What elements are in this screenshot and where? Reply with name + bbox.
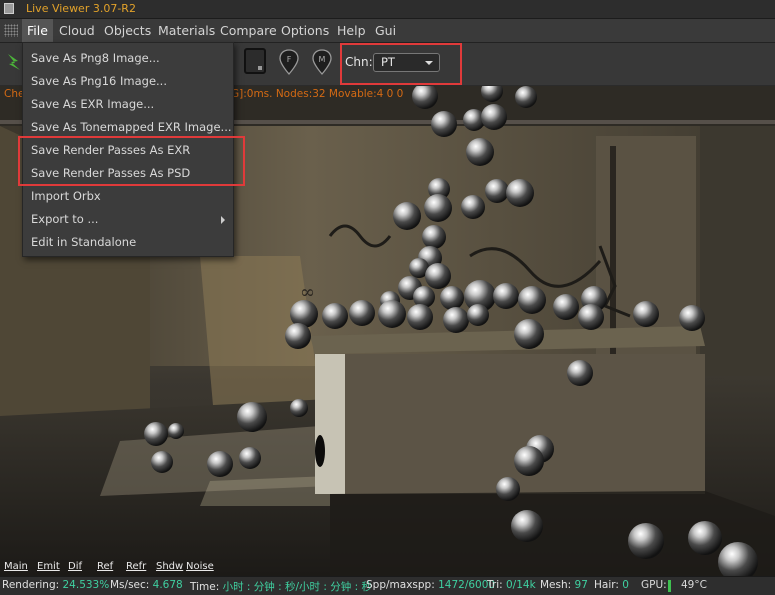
pin-m-icon[interactable]: M bbox=[312, 49, 332, 75]
pass-tab-shdw[interactable]: Shdw bbox=[156, 561, 183, 572]
status-tri-label: Tri: bbox=[487, 579, 503, 591]
pin-f-icon[interactable]: F bbox=[279, 49, 299, 75]
menu-objects[interactable]: Objects bbox=[99, 19, 156, 42]
status-mesh-label: Mesh: bbox=[540, 579, 572, 591]
gpu-temp-bar bbox=[668, 580, 671, 592]
status-gpu-label: GPU: bbox=[641, 579, 667, 591]
menu-item-export-to[interactable]: Export to ... bbox=[23, 208, 233, 230]
status-hair-label: Hair: bbox=[594, 579, 619, 591]
highlight-box-render-passes bbox=[18, 136, 245, 186]
status-hair-value: 0 bbox=[622, 579, 629, 591]
menu-item-save-exr[interactable]: Save As EXR Image... bbox=[23, 93, 233, 115]
pin-f-label: F bbox=[287, 55, 292, 64]
status-mesh: Mesh: 97 bbox=[540, 579, 588, 591]
menu-item-edit-standalone[interactable]: Edit in Standalone bbox=[23, 231, 233, 253]
pass-tab-dif[interactable]: Dif bbox=[68, 561, 82, 572]
menu-file[interactable]: File bbox=[22, 19, 53, 42]
status-spp-label: Spp/maxspp: bbox=[366, 579, 435, 591]
menu-item-save-png16[interactable]: Save As Png16 Image... bbox=[23, 70, 233, 92]
menu-item-import-orbx[interactable]: Import Orbx bbox=[23, 185, 233, 207]
pass-tab-refr[interactable]: Refr bbox=[126, 561, 146, 572]
window-title: Live Viewer 3.07-R2 bbox=[26, 2, 136, 15]
menu-gui[interactable]: Gui bbox=[370, 19, 401, 42]
menu-item-save-png8[interactable]: Save As Png8 Image... bbox=[23, 47, 233, 69]
status-mssec: Ms/sec: 4.678 bbox=[110, 579, 183, 591]
status-hair: Hair: 0 bbox=[594, 579, 629, 591]
status-rendering: Rendering: 24.533% bbox=[2, 579, 109, 591]
pass-tab-noise[interactable]: Noise bbox=[186, 561, 214, 572]
pin-m-label: M bbox=[319, 55, 326, 64]
status-time-label: Time: bbox=[190, 581, 220, 593]
title-bar: Live Viewer 3.07-R2 bbox=[0, 0, 775, 19]
menu-item-export-to-label: Export to ... bbox=[31, 212, 99, 226]
status-mssec-value: 4.678 bbox=[152, 579, 183, 591]
status-mesh-value: 97 bbox=[574, 579, 588, 591]
menu-grip-icon[interactable] bbox=[4, 24, 18, 37]
menu-help[interactable]: Help bbox=[332, 19, 371, 42]
menu-bar: File Cloud Objects Materials Compare Opt… bbox=[0, 19, 775, 43]
info-text-right: G]:0ms. Nodes:32 Movable:4 0 0 bbox=[231, 88, 404, 100]
status-tri: Tri: 0/14k bbox=[487, 579, 536, 591]
status-rendering-value: 24.533% bbox=[62, 579, 110, 591]
pass-tab-main[interactable]: Main bbox=[4, 561, 28, 572]
octane-logo-icon[interactable] bbox=[6, 51, 22, 73]
status-mssec-label: Ms/sec: bbox=[110, 579, 150, 591]
status-time-value: 小时 : 分钟 : 秒/小时 : 分钟 : 秒 bbox=[222, 581, 372, 593]
status-gpu-value: 49°C bbox=[681, 579, 707, 591]
region-select-icon[interactable] bbox=[244, 48, 266, 74]
status-tri-value: 0/14k bbox=[506, 579, 536, 591]
menu-options[interactable]: Options bbox=[276, 19, 334, 42]
submenu-arrow-icon bbox=[221, 216, 225, 224]
menu-compare[interactable]: Compare bbox=[215, 19, 282, 42]
app-icon[interactable] bbox=[4, 3, 14, 14]
pass-tab-emit[interactable]: Emit bbox=[37, 561, 60, 572]
status-bar: Rendering: 24.533% Ms/sec: 4.678 Time: 小… bbox=[0, 576, 775, 595]
status-rendering-label: Rendering: bbox=[2, 579, 60, 591]
menu-cloud[interactable]: Cloud bbox=[54, 19, 100, 42]
status-time: Time: 小时 : 分钟 : 秒/小时 : 分钟 : 秒 bbox=[190, 579, 372, 594]
status-spp: Spp/maxspp: 1472/6000 bbox=[366, 579, 495, 591]
pass-tab-ref[interactable]: Ref bbox=[97, 561, 113, 572]
highlight-box-channel bbox=[340, 43, 462, 85]
menu-item-save-tonemapped-exr[interactable]: Save As Tonemapped EXR Image... bbox=[23, 116, 233, 138]
svg-text:∞: ∞ bbox=[300, 282, 315, 303]
menu-materials[interactable]: Materials bbox=[153, 19, 220, 42]
